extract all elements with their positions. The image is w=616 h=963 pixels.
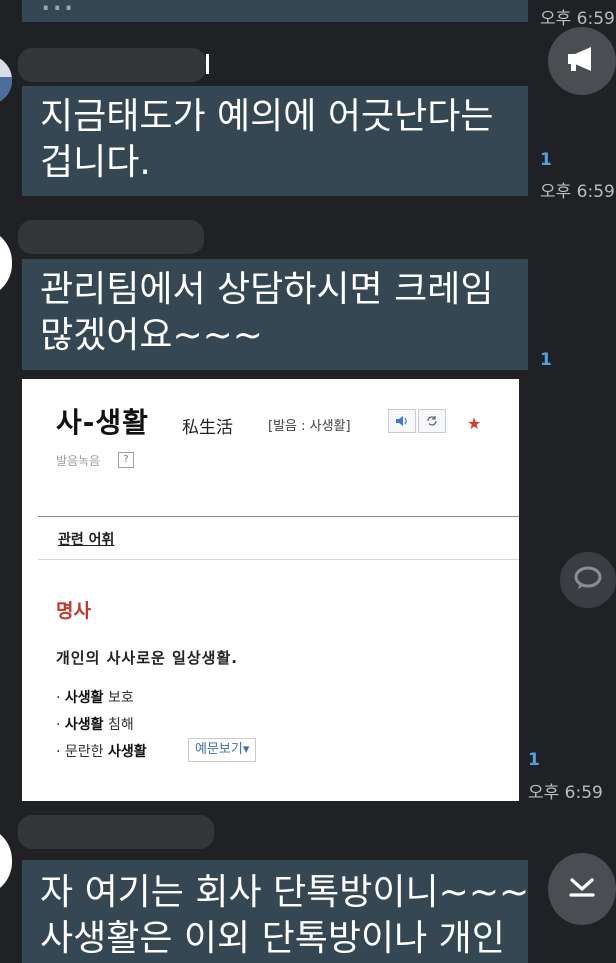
tab-related-words: 관련 어휘	[58, 532, 115, 548]
part-of-speech: 명사	[56, 600, 91, 622]
example-item: · 문란한 사생활	[56, 741, 147, 761]
definition: 개인의 사사로운 일상생활.	[56, 649, 238, 667]
example-rest: 침해	[103, 717, 134, 733]
speech-button[interactable]	[560, 552, 616, 608]
read-count: 1	[540, 350, 552, 370]
message-bubble[interactable]: ...	[22, 0, 528, 22]
recording-label: 발음녹음	[56, 454, 101, 468]
dictionary-pronunciation: [발음 : 사생활]	[268, 419, 351, 434]
megaphone-icon	[565, 45, 599, 77]
avatar[interactable]	[0, 228, 12, 298]
example-view-button: 예문보기▾	[188, 738, 257, 762]
speaker-icon	[388, 409, 416, 433]
example-prefix: · 문란한	[56, 744, 108, 760]
star-icon: ★	[467, 414, 482, 433]
read-count: 1	[528, 750, 540, 770]
message-bubble[interactable]: 자 여기는 회사 단톡방이니~~~ 사생활은 이외 단톡방이나 개인	[22, 860, 528, 963]
message-text: 관리팀에서 상담하시면 크레임	[40, 269, 494, 310]
speech-bubble-icon	[573, 565, 603, 595]
chevron-down-icon	[567, 875, 597, 903]
message-time: 오후 6:59	[540, 9, 615, 29]
example-prefix: ·	[56, 717, 65, 733]
message-text: 자 여기는 회사 단톡방이니~~~	[40, 872, 528, 913]
example-bold: 사생활	[64, 717, 104, 733]
sender-name	[18, 48, 206, 82]
divider	[38, 559, 519, 560]
help-icon: ?	[118, 452, 134, 468]
message-bubble[interactable]: 지금태도가 예의에 어긋난다는 겁니다.	[22, 86, 528, 196]
avatar[interactable]	[0, 55, 12, 105]
message-text: 많겠어요~~~	[40, 315, 263, 356]
message-text: 겁니다.	[40, 142, 151, 183]
read-count: 1	[540, 150, 552, 170]
message-text: 사생활은 이외 단톡방이나 개인	[40, 918, 505, 959]
avatar[interactable]	[0, 826, 12, 896]
dictionary-hanja: 私生活	[182, 418, 233, 438]
message-text: 지금태도가 예의에 어긋난다는	[40, 96, 494, 137]
sender-name	[18, 220, 204, 254]
dictionary-image-message[interactable]: 사-생활 私生活 [발음 : 사생활] ★ 발음녹음 ? 관련 어휘 명사 개인…	[22, 379, 519, 801]
avatar-image	[0, 77, 12, 105]
message-bubble[interactable]: 관리팀에서 상담하시면 크레임 많겠어요~~~	[22, 259, 528, 370]
notice-button[interactable]	[548, 27, 616, 95]
repeat-icon	[418, 409, 446, 433]
message-time: 오후 6:59	[540, 182, 615, 202]
example-item: · 사생활 침해	[56, 714, 134, 734]
dictionary-headword: 사-생활	[56, 406, 149, 439]
example-prefix: ·	[56, 690, 65, 706]
example-item: · 사생활 보호	[56, 687, 134, 707]
example-bold: 사생활	[64, 690, 104, 706]
divider	[38, 516, 519, 517]
sender-name	[18, 815, 214, 849]
message-text: ...	[40, 0, 74, 19]
example-rest: 보호	[103, 690, 134, 706]
name-cursor	[206, 54, 209, 74]
example-bold: 사생활	[108, 744, 147, 760]
scroll-down-button[interactable]	[548, 853, 616, 925]
message-time: 오후 6:59	[528, 783, 603, 803]
